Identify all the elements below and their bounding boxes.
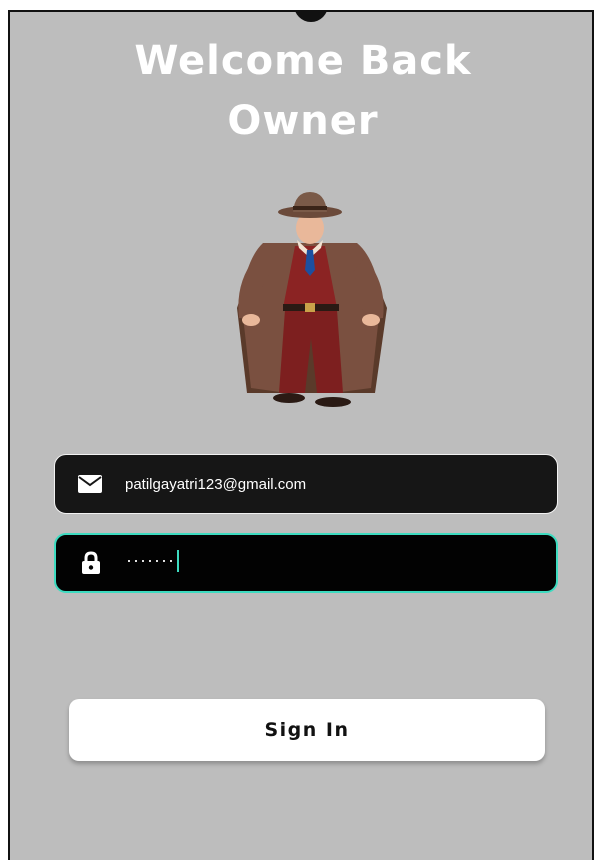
password-field[interactable]: ·······	[54, 533, 558, 593]
text-cursor	[176, 550, 179, 572]
owner-title: Owner	[227, 98, 379, 144]
sign-in-button[interactable]: Sign In	[69, 699, 545, 761]
camera-notch	[294, 12, 328, 22]
detective-owner-illustration	[237, 192, 387, 407]
mail-icon	[55, 455, 125, 513]
email-value: patilgayatri123@gmail.com	[125, 475, 307, 493]
phone-screen: Welcome Back Owner patilgayatri123@gmail…	[8, 10, 594, 860]
password-value: ·······	[126, 549, 175, 570]
welcome-title: Welcome Back	[134, 38, 472, 84]
email-field[interactable]: patilgayatri123@gmail.com	[54, 454, 558, 514]
lock-icon	[56, 535, 126, 591]
